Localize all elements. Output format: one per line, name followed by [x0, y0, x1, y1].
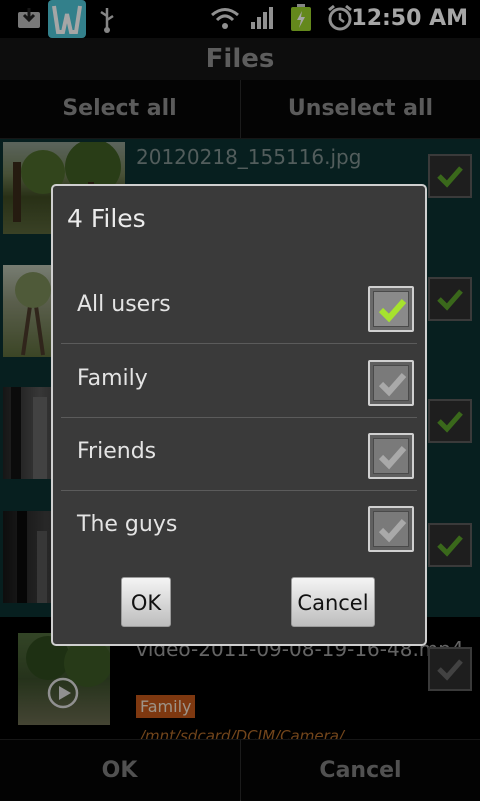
option-label: The guys: [77, 512, 178, 537]
option-family[interactable]: Family: [61, 346, 417, 418]
option-the-guys[interactable]: The guys: [61, 492, 417, 564]
divider: [61, 343, 417, 344]
option-checkbox[interactable]: [368, 506, 414, 552]
dialog-cancel-button[interactable]: Cancel: [291, 577, 375, 627]
option-friends[interactable]: Friends: [61, 419, 417, 491]
option-label: Family: [77, 366, 148, 391]
option-checkbox[interactable]: [368, 286, 414, 332]
dialog-ok-button[interactable]: OK: [121, 577, 171, 627]
option-all-users[interactable]: All users: [61, 272, 417, 344]
option-checkbox[interactable]: [368, 433, 414, 479]
divider: [61, 490, 417, 491]
option-label: All users: [77, 292, 171, 317]
share-dialog: 4 Files All users Family Friends The guy…: [51, 184, 427, 646]
dialog-title: 4 Files: [67, 204, 146, 233]
option-label: Friends: [77, 439, 157, 464]
divider: [61, 417, 417, 418]
option-checkbox[interactable]: [368, 360, 414, 406]
